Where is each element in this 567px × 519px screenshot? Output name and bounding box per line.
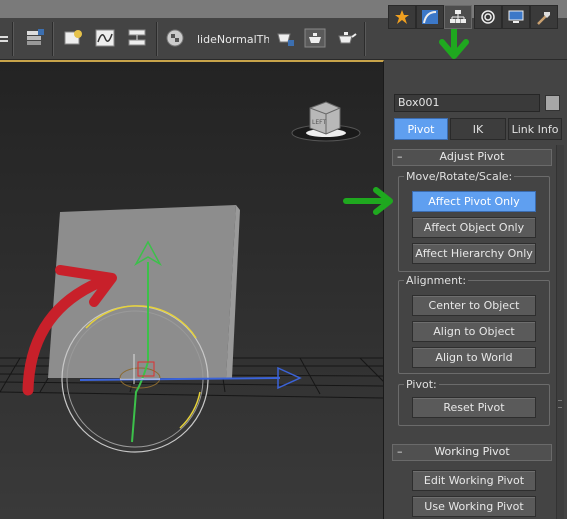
scrollbar-grip[interactable] xyxy=(558,400,562,408)
object-color-swatch[interactable] xyxy=(545,95,560,111)
subtab-pivot[interactable]: Pivot xyxy=(394,118,448,140)
subtab-link-info[interactable]: Link Info xyxy=(508,118,562,140)
material-editor-icon[interactable] xyxy=(162,26,188,50)
render-setup-icon[interactable] xyxy=(272,26,298,50)
affect-hierarchy-only-button[interactable]: Affect Hierarchy Only xyxy=(412,243,536,264)
modify-icon xyxy=(422,10,438,24)
tab-create[interactable] xyxy=(388,5,416,29)
curve-editor-icon[interactable] xyxy=(92,26,118,50)
toolbar-separator xyxy=(364,22,366,56)
rollout-title: Adjust Pivot xyxy=(439,150,505,163)
tab-hierarchy[interactable] xyxy=(444,5,472,29)
viewport-scene: LEFT xyxy=(0,62,383,519)
layer-manager-icon[interactable] xyxy=(22,26,48,50)
group-label: Pivot: xyxy=(404,378,439,391)
align-to-world-button[interactable]: Align to World xyxy=(412,347,536,368)
affect-pivot-only-button[interactable]: Affect Pivot Only xyxy=(412,191,536,212)
align-to-object-button[interactable]: Align to Object xyxy=(412,321,536,342)
list-icon[interactable] xyxy=(0,26,20,50)
edit-working-pivot-button[interactable]: Edit Working Pivot xyxy=(412,470,536,491)
svg-text:LEFT: LEFT xyxy=(312,119,326,126)
group-label: Move/Rotate/Scale: xyxy=(404,170,515,183)
subtab-ik[interactable]: IK xyxy=(450,118,506,140)
display-icon xyxy=(508,10,524,23)
tab-display[interactable] xyxy=(502,5,530,29)
rendered-frame-icon[interactable] xyxy=(302,26,328,50)
render-icon[interactable] xyxy=(334,26,360,50)
tab-utilities[interactable] xyxy=(530,5,558,29)
tab-modify[interactable] xyxy=(416,5,444,29)
toolbar-separator xyxy=(156,22,158,56)
scene-explorer-icon[interactable] xyxy=(60,26,86,50)
hierarchy-icon xyxy=(450,10,466,23)
motion-icon xyxy=(481,10,495,24)
use-working-pivot-button[interactable]: Use Working Pivot xyxy=(412,496,536,517)
group-label: Alignment: xyxy=(404,274,469,287)
script-field[interactable]: lideNormalThie xyxy=(197,33,269,49)
create-icon xyxy=(395,10,409,24)
affect-object-only-button[interactable]: Affect Object Only xyxy=(412,217,536,238)
schematic-view-icon[interactable] xyxy=(124,26,150,50)
panel-scrollbar[interactable] xyxy=(556,145,564,519)
toolbar-separator xyxy=(52,22,54,56)
reset-pivot-button[interactable]: Reset Pivot xyxy=(412,397,536,418)
hammer-icon xyxy=(537,12,550,25)
perspective-viewport[interactable]: LEFT xyxy=(0,60,384,519)
rollout-working-pivot[interactable]: – Working Pivot xyxy=(392,444,552,461)
toolbar-separator xyxy=(12,22,14,56)
collapse-icon: – xyxy=(397,150,403,163)
collapse-icon: – xyxy=(397,445,403,458)
tab-motion[interactable] xyxy=(474,5,502,29)
rollout-adjust-pivot[interactable]: – Adjust Pivot xyxy=(392,149,552,166)
rollout-title: Working Pivot xyxy=(434,445,510,458)
center-to-object-button[interactable]: Center to Object xyxy=(412,295,536,316)
green-annotation-arrow-right xyxy=(343,187,393,215)
object-name-field[interactable]: Box001 xyxy=(394,94,540,112)
